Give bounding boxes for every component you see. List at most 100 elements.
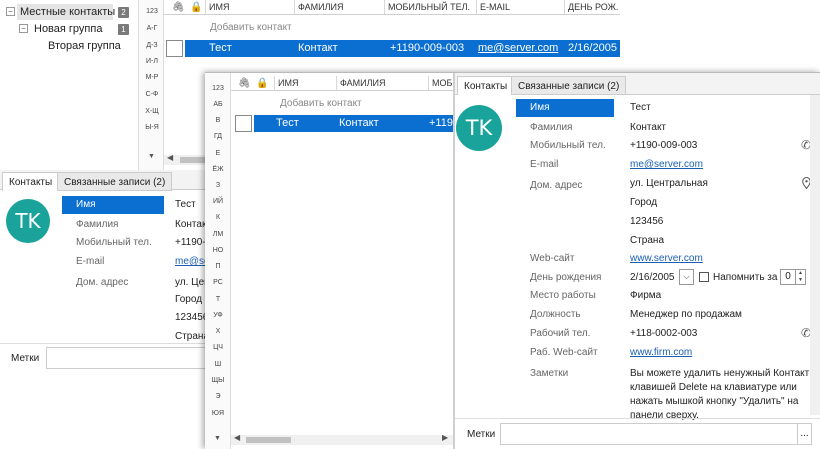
value-first-name[interactable]: Тест: [630, 102, 651, 113]
field-label-mobile: Мобильный тел.: [530, 140, 606, 151]
field-label-first-name-selected[interactable]: Имя: [516, 99, 614, 117]
alpha-item[interactable]: Е: [205, 150, 231, 157]
alpha-item[interactable]: Д-З: [139, 42, 165, 49]
alphabet-bar: 123 АБ В ГД Е ЁЖ З ИЙ К ЛМ НО П РС Т УФ …: [205, 73, 231, 449]
collapse-icon[interactable]: −: [6, 7, 15, 16]
scroll-down-icon[interactable]: ▼: [148, 153, 155, 160]
alpha-item[interactable]: НО: [205, 247, 231, 254]
field-label-mobile: Мобильный тел.: [76, 237, 152, 248]
alpha-item[interactable]: РС: [205, 279, 231, 286]
back-tags-label: Метки: [11, 353, 40, 364]
field-label-work-phone: Рабочий тел.: [530, 328, 591, 339]
alpha-item[interactable]: А-Г: [139, 25, 165, 32]
value-city[interactable]: Город: [630, 197, 657, 208]
remind-days-stepper[interactable]: ▲ ▼: [796, 269, 806, 285]
table-row[interactable]: Тест Контакт +1190-009-003 me@server.com…: [185, 40, 620, 57]
field-label-first-name-selected[interactable]: Имя: [62, 196, 164, 214]
notes-text[interactable]: Вы можете удалить ненужный Контакт клави…: [630, 367, 810, 423]
horizontal-scrollbar[interactable]: ◀ ▶: [231, 433, 453, 445]
table-row[interactable]: Тест Контакт +1190-009-003: [254, 115, 453, 132]
value-email[interactable]: me@server.com: [630, 159, 703, 170]
tags-browse-button[interactable]: ...: [798, 423, 812, 445]
value-company[interactable]: Фирма: [630, 290, 661, 301]
add-contact-row[interactable]: Добавить контакт: [280, 98, 362, 109]
value-birthday[interactable]: 2/16/2005: [630, 272, 675, 283]
column-header-mobile[interactable]: МОБИЛЬНЫЙ ТЕЛ.: [384, 0, 476, 15]
column-header-email[interactable]: E-MAIL: [476, 0, 564, 15]
alpha-item[interactable]: ЩЫ: [205, 377, 231, 384]
detail-vertical-scrollbar[interactable]: [810, 95, 820, 415]
value-mobile[interactable]: +1190-009-003: [630, 140, 697, 151]
alpha-item[interactable]: К: [205, 214, 231, 221]
scroll-left-icon[interactable]: ◀: [167, 153, 173, 162]
tab-related[interactable]: Связанные записи (2): [57, 172, 173, 191]
alpha-item[interactable]: Ш: [205, 361, 231, 368]
field-label-address: Дом. адрес: [530, 180, 583, 191]
alpha-item[interactable]: 123: [205, 85, 231, 92]
value-country[interactable]: Страна: [630, 235, 664, 246]
scroll-left-icon[interactable]: ◀: [234, 433, 240, 442]
tab-related[interactable]: Связанные записи (2): [511, 76, 627, 95]
cell-email[interactable]: me@server.com: [478, 40, 558, 57]
value-work-web[interactable]: www.firm.com: [630, 347, 692, 358]
alpha-item[interactable]: ЮЯ: [205, 410, 231, 417]
row-checkbox[interactable]: [235, 115, 252, 132]
splitter[interactable]: [453, 73, 455, 449]
field-label-work-web: Раб. Web-сайт: [530, 347, 598, 358]
value-street[interactable]: ул. Центральная: [630, 178, 708, 189]
date-dropdown-button[interactable]: ⌵: [679, 269, 694, 285]
alpha-item[interactable]: ИЙ: [205, 198, 231, 205]
alpha-item[interactable]: И-Л: [139, 58, 165, 65]
alpha-item[interactable]: Ы-Я: [139, 124, 165, 131]
alpha-item[interactable]: АБ: [205, 101, 231, 108]
column-header-first-name[interactable]: ИМЯ: [274, 76, 336, 91]
tab-contacts[interactable]: Контакты: [457, 76, 515, 95]
collapse-icon[interactable]: −: [19, 24, 28, 33]
column-header-last-name[interactable]: ФАМИЛИЯ: [336, 76, 428, 91]
alpha-item[interactable]: ЦЧ: [205, 344, 231, 351]
remind-checkbox[interactable]: [699, 272, 709, 282]
back-tags-input[interactable]: [46, 347, 206, 369]
field-label-last-name: Фамилия: [530, 122, 573, 133]
alpha-item[interactable]: В: [205, 117, 231, 124]
alpha-item[interactable]: П: [205, 263, 231, 270]
alpha-item[interactable]: 123: [139, 8, 165, 15]
tree-item-new-group[interactable]: Новая группа: [34, 21, 102, 37]
tree-item-second-group[interactable]: Вторая группа: [48, 38, 121, 54]
add-contact-row[interactable]: Добавить контакт: [210, 22, 292, 33]
tree-item-local-contacts[interactable]: Местные контакты: [17, 4, 115, 20]
grid-header: 🖇 🔒 ИМЯ ФАМИЛИЯ МОБИЛЬНЫЙ ТЕЛ.: [231, 76, 468, 91]
value-last-name[interactable]: Контакт: [630, 122, 666, 133]
alpha-item[interactable]: З: [205, 182, 231, 189]
alpha-item[interactable]: ЁЖ: [205, 166, 231, 173]
scrollbar-thumb[interactable]: [246, 437, 291, 443]
value-zip[interactable]: 123456: [630, 216, 663, 227]
back-tags-divider: [0, 343, 205, 344]
alpha-item[interactable]: ГД: [205, 133, 231, 140]
tab-related-label: Связанные записи: [518, 81, 605, 92]
remind-days-input[interactable]: 0: [780, 269, 796, 285]
alpha-item[interactable]: С-Ф: [139, 91, 165, 98]
value-web[interactable]: www.server.com: [630, 253, 703, 264]
row-checkbox[interactable]: [166, 40, 183, 57]
alpha-item[interactable]: Э: [205, 393, 231, 400]
column-header-last-name[interactable]: ФАМИЛИЯ: [294, 0, 384, 15]
field-label-email: E-mail: [530, 159, 559, 170]
alpha-item[interactable]: УФ: [205, 312, 231, 319]
tags-input[interactable]: [500, 423, 798, 445]
alpha-item[interactable]: ЛМ: [205, 231, 231, 238]
alpha-item[interactable]: Х-Щ: [139, 108, 165, 115]
tab-contacts[interactable]: Контакты: [2, 172, 60, 191]
back-value-country: Страна: [175, 331, 210, 342]
cell-last-name: Контакт: [339, 117, 379, 129]
alpha-item[interactable]: Х: [205, 328, 231, 335]
value-work-phone[interactable]: +118-0002-003: [630, 328, 697, 339]
value-position[interactable]: Менеджер по продажам: [630, 309, 742, 320]
remind-days-value: 0: [785, 271, 791, 282]
alpha-item[interactable]: Т: [205, 296, 231, 303]
scroll-down-icon[interactable]: ▼: [214, 435, 221, 442]
column-header-first-name[interactable]: ИМЯ: [205, 0, 291, 15]
column-header-birthday[interactable]: ДЕНЬ РОЖ.: [564, 0, 620, 15]
alpha-item[interactable]: М-Р: [139, 74, 165, 81]
scroll-right-icon[interactable]: ▶: [442, 433, 448, 442]
